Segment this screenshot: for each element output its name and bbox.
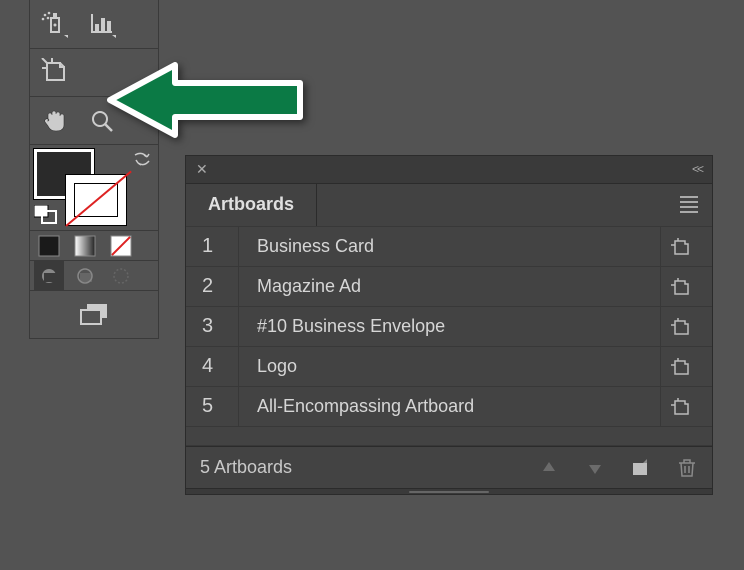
color-mode-none[interactable] (106, 231, 136, 261)
row-name: All-Encompassing Artboard (257, 396, 660, 417)
row-name: Magazine Ad (257, 276, 660, 297)
row-name: Logo (257, 356, 660, 377)
row-number: 3 (198, 315, 238, 338)
draw-behind-icon[interactable] (70, 261, 100, 291)
annotation-arrow-icon (100, 55, 310, 150)
artboard-orient-icon[interactable] (660, 387, 700, 426)
list-item[interactable]: 4 Logo (186, 346, 712, 386)
tab-label: Artboards (208, 194, 294, 214)
artboards-list: 1 Business Card 2 Magazine Ad 3 #10 Busi… (186, 226, 712, 446)
list-empty-row (186, 426, 712, 446)
artboard-tool[interactable] (30, 49, 78, 97)
graph-tool[interactable] (78, 0, 126, 48)
hand-tool[interactable] (30, 97, 78, 145)
row-number: 1 (198, 235, 238, 258)
row-number: 5 (198, 395, 238, 418)
color-mode-gradient[interactable] (70, 231, 100, 261)
panel-close-icon[interactable]: ✕ (196, 161, 208, 178)
artboard-orient-icon[interactable] (660, 227, 700, 266)
draw-normal-icon[interactable] (34, 261, 64, 291)
move-down-icon[interactable] (584, 457, 606, 479)
list-item[interactable]: 5 All-Encompassing Artboard (186, 386, 712, 426)
artboard-orient-icon[interactable] (660, 347, 700, 386)
swap-fill-stroke-icon[interactable] (132, 149, 152, 174)
move-up-icon[interactable] (538, 457, 560, 479)
list-item[interactable]: 3 #10 Business Envelope (186, 306, 712, 346)
list-item[interactable]: 1 Business Card (186, 226, 712, 266)
stroke-swatch[interactable] (66, 175, 126, 225)
row-name: #10 Business Envelope (257, 316, 660, 337)
row-number: 2 (198, 275, 238, 298)
artboards-panel: ✕ << Artboards 1 Business Card 2 Magazin… (185, 155, 713, 495)
row-name: Business Card (257, 236, 660, 257)
list-item[interactable]: 2 Magazine Ad (186, 266, 712, 306)
artboard-orient-icon[interactable] (660, 267, 700, 306)
panel-menu-icon[interactable] (680, 196, 698, 213)
tab-artboards[interactable]: Artboards (186, 184, 317, 226)
tools-panel (29, 0, 159, 339)
artboard-count-label: 5 Artboards (200, 457, 538, 478)
new-artboard-icon[interactable] (630, 457, 652, 479)
panel-collapse-icon[interactable]: << (692, 162, 702, 176)
artboard-orient-icon[interactable] (660, 307, 700, 346)
default-fill-stroke-icon[interactable] (34, 205, 58, 225)
color-mode-solid[interactable] (34, 231, 64, 261)
panel-resize-grip[interactable] (186, 488, 712, 494)
draw-inside-icon[interactable] (106, 261, 136, 291)
screen-mode-icon[interactable] (70, 291, 118, 339)
row-number: 4 (198, 355, 238, 378)
delete-artboard-icon[interactable] (676, 457, 698, 479)
spray-tool[interactable] (30, 0, 78, 48)
